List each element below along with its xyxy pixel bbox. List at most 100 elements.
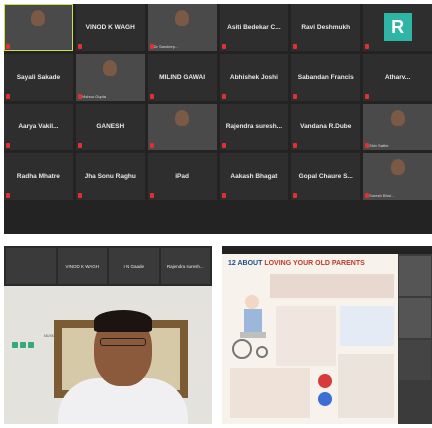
participant-video: [103, 59, 118, 76]
mic-muted-icon: [6, 143, 10, 149]
participant-tile[interactable]: Radha Mhatre: [4, 153, 73, 200]
mic-muted-icon: [293, 93, 298, 99]
participant-name: Suresh Bhol...: [369, 193, 395, 198]
gallery-view: VINOD K WAGH Dr Sandeep... Asiti Bedekar C…: [4, 4, 432, 234]
mic-muted-icon: [77, 93, 82, 99]
slide-text-block: [230, 368, 310, 418]
participant-name: Vishnu Gupta: [81, 93, 106, 99]
participant-name: Rajendra suresh...: [225, 123, 283, 131]
participant-tile[interactable]: VINOD K WAGH: [75, 4, 145, 51]
blue-icon: [318, 392, 332, 406]
participant-name: MILIND GAWAI: [159, 73, 205, 81]
participant-tile[interactable]: Suresh Bhol...: [363, 153, 432, 200]
speaker-view: VINOD K WAGH I N Gaade Rajendra suresh..…: [4, 246, 212, 424]
thumbnail-tile[interactable]: Rajendra suresh...: [160, 248, 210, 284]
participant-tile[interactable]: [147, 103, 217, 151]
participant-tile[interactable]: Vishnu Gupta: [75, 53, 145, 101]
red-icon: [318, 374, 332, 388]
participant-video: [175, 109, 190, 126]
video-controls-icons: [12, 342, 38, 350]
participant-name: Radha Mhatre: [16, 173, 60, 181]
participant-name: Aakash Bhagat: [230, 173, 278, 181]
participant-tile[interactable]: MILIND GAWAI: [147, 53, 217, 101]
video-sidebar: [398, 254, 432, 424]
mic-muted-icon: [149, 193, 154, 198]
sidebar-video-tile[interactable]: [399, 340, 431, 380]
thumbnail-label: I N Gaade: [123, 263, 144, 269]
participant-tile[interactable]: Rajendra suresh...: [219, 103, 289, 151]
avatar: R: [383, 13, 412, 42]
speaker-hair: [94, 310, 152, 332]
participant-tile[interactable]: Sayali Sakade: [4, 53, 73, 101]
participant-video: [390, 159, 405, 176]
participant-name: Dr Sandeep...: [153, 43, 179, 49]
participant-name: iPad: [175, 173, 189, 181]
participant-name: VINOD K WAGH: [85, 23, 135, 31]
participant-name: Asiti Bedekar C...: [227, 23, 281, 31]
participant-video: [31, 10, 46, 26]
participant-tile[interactable]: Atharv...: [363, 53, 432, 101]
participant-tile[interactable]: Jha Sonu Raghu: [75, 153, 145, 200]
participant-name: Abhishek Joshi: [229, 73, 278, 81]
mic-muted-icon: [293, 193, 298, 198]
mic-muted-icon: [149, 143, 154, 149]
participant-tile[interactable]: Ravi Deshmukh: [291, 4, 361, 51]
participant-tile[interactable]: Dr Sandeep...: [147, 4, 217, 51]
participant-tile[interactable]: GANESH: [75, 103, 145, 151]
participant-grid: VINOD K WAGH Dr Sandeep... Asiti Bedekar C…: [4, 4, 432, 200]
slide-title-prefix: 12 ABOUT: [228, 260, 263, 267]
speaker-glasses: [100, 338, 146, 346]
participant-tile[interactable]: [4, 4, 73, 51]
thumbnail-strip: VINOD K WAGH I N Gaade Rajendra suresh..…: [4, 246, 212, 286]
mic-muted-icon: [77, 43, 82, 49]
speaker-video[interactable]: MUSKAN SINGH, PAREKH ASS. SAMAJ: [4, 286, 212, 424]
mic-muted-icon: [365, 43, 370, 49]
mic-muted-icon: [221, 193, 226, 198]
mic-muted-icon: [293, 143, 298, 149]
mic-muted-icon: [221, 43, 226, 49]
participant-video: [175, 10, 190, 26]
participant-tile[interactable]: Gopal Chaure S...: [291, 153, 361, 200]
shared-screen-view: 12 ABOUT LOVING YOUR OLD PARENTS: [222, 246, 432, 424]
slide-text-block: [276, 306, 336, 366]
slide-text-block: [270, 274, 394, 298]
mic-muted-icon: [149, 93, 154, 99]
participant-name: Atharv...: [384, 73, 411, 81]
participant-tile[interactable]: iPad: [147, 153, 217, 200]
participant-tile[interactable]: Shiv Sathe: [363, 103, 432, 151]
elderly-person-illustration: [232, 295, 268, 359]
sidebar-video-tile[interactable]: [399, 298, 431, 338]
participant-name: Aarya Vakil...: [18, 123, 59, 131]
slide-text-block: [338, 354, 394, 418]
mic-muted-icon: [293, 43, 298, 49]
shared-slide[interactable]: 12 ABOUT LOVING YOUR OLD PARENTS: [222, 254, 400, 424]
participant-name: Ravi Deshmukh: [301, 23, 351, 31]
mic-muted-icon: [221, 93, 226, 99]
participant-tile[interactable]: Vandana R.Dube: [291, 103, 361, 151]
participant-tile[interactable]: R: [363, 4, 432, 51]
participant-tile[interactable]: Aarya Vakil...: [4, 103, 73, 151]
participant-tile[interactable]: Abhishek Joshi: [219, 53, 289, 101]
participant-name: Sabandan Francis: [297, 73, 354, 81]
participant-name: Gopal Chaure S...: [298, 173, 353, 181]
sidebar-video-tile[interactable]: [399, 256, 431, 296]
mic-muted-icon: [365, 93, 370, 99]
participant-name: GANESH: [96, 123, 125, 131]
thumbnail-tile[interactable]: I N Gaade: [109, 248, 159, 284]
participant-video: [390, 109, 405, 126]
participant-tile[interactable]: Sabandan Francis: [291, 53, 361, 101]
participant-name: Vandana R.Dube: [300, 123, 352, 131]
participant-name: Jha Sonu Raghu: [84, 173, 136, 181]
mic-muted-icon: [77, 143, 82, 149]
mic-muted-icon: [365, 193, 370, 198]
thumbnail-tile[interactable]: VINOD K WAGH: [57, 248, 107, 284]
participant-tile[interactable]: Aakash Bhagat: [219, 153, 289, 200]
slide-text-block: [340, 306, 394, 346]
participant-name: Sayali Sakade: [16, 73, 61, 81]
mic-muted-icon: [6, 93, 10, 99]
thumbnail-tile[interactable]: [6, 248, 56, 284]
thumbnail-label: VINOD K WAGH: [65, 263, 100, 269]
thumbnail-label: Rajendra suresh...: [166, 263, 204, 269]
mic-muted-icon: [221, 143, 226, 149]
participant-tile[interactable]: Asiti Bedekar C...: [219, 4, 289, 51]
